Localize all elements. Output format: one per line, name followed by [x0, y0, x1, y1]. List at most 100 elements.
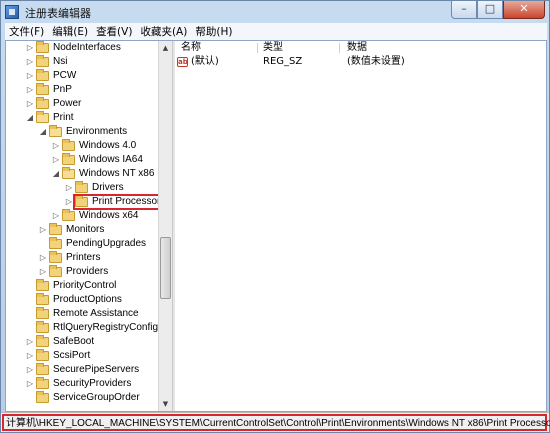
tree-node[interactable]: ▷ Drivers: [6, 181, 158, 195]
close-button[interactable]: ✕: [503, 1, 545, 19]
menu-file[interactable]: 文件(F): [5, 24, 48, 39]
menu-favorites[interactable]: 收藏夹(A): [136, 24, 191, 39]
tree-node[interactable]: ▷ Nsi: [6, 55, 158, 69]
expand-arrow-icon[interactable]: ▷: [39, 267, 47, 277]
header-name[interactable]: 名称: [181, 41, 201, 55]
expand-arrow-icon[interactable]: ▷: [39, 253, 47, 263]
folder-icon: [49, 251, 62, 263]
scroll-thumb[interactable]: [160, 237, 171, 299]
expand-arrow-icon[interactable]: ▷: [26, 57, 34, 67]
tree-node[interactable]: ProductOptions: [6, 293, 158, 307]
value-type: REG_SZ: [263, 56, 303, 67]
list-header: 名称 类型 数据: [175, 41, 546, 55]
header-separator[interactable]: [257, 43, 258, 53]
tree-node[interactable]: ▷ Windows 4.0: [6, 139, 158, 153]
tree-node-label: SafeBoot: [53, 336, 95, 347]
expand-arrow-icon[interactable]: [26, 295, 34, 305]
registry-editor-window: 注册表编辑器 – □ ✕ 文件(F) 编辑(E) 查看(V) 收藏夹(A) 帮助…: [0, 0, 550, 433]
window-title: 注册表编辑器: [25, 7, 91, 20]
tree-node[interactable]: ▷ Windows IA64: [6, 153, 158, 167]
minimize-button[interactable]: –: [451, 1, 477, 19]
tree-node[interactable]: ▷ SecurityProviders: [6, 377, 158, 391]
values-list[interactable]: 名称 类型 数据 ab (默认) REG_SZ (数值未设置): [175, 41, 546, 411]
folder-icon: [62, 209, 75, 221]
tree-node[interactable]: ▷ Power: [6, 97, 158, 111]
header-separator[interactable]: [339, 43, 340, 53]
tree-node[interactable]: ▷ Printers: [6, 251, 158, 265]
tree-node-label: Environments: [66, 126, 128, 137]
collapse-arrow-icon[interactable]: ◢: [26, 113, 34, 123]
expand-arrow-icon[interactable]: [26, 393, 34, 403]
collapse-arrow-icon[interactable]: ◢: [52, 169, 60, 179]
tree-node[interactable]: ▷ PnP: [6, 83, 158, 97]
tree-node-label: ServiceGroupOrder: [53, 392, 140, 403]
expand-arrow-icon[interactable]: ▷: [52, 141, 60, 151]
tree-scrollbar[interactable]: ▲ ▼: [158, 41, 172, 411]
header-type[interactable]: 类型: [263, 41, 283, 55]
expand-arrow-icon[interactable]: ▷: [26, 99, 34, 109]
menu-edit[interactable]: 编辑(E): [48, 24, 92, 39]
folder-icon: [62, 167, 75, 179]
expand-arrow-icon[interactable]: [26, 309, 34, 319]
folder-icon: [36, 69, 49, 81]
tree-node-label: ScsiPort: [53, 350, 91, 361]
tree-node[interactable]: ServiceGroupOrder: [6, 391, 158, 405]
expand-arrow-icon[interactable]: ▷: [26, 43, 34, 53]
tree-node-label: Print: [53, 112, 74, 123]
tree-node[interactable]: ▷ Providers: [6, 265, 158, 279]
folder-icon: [49, 265, 62, 277]
scroll-up-icon[interactable]: ▲: [159, 41, 172, 55]
tree-node-label: Providers: [66, 266, 109, 277]
tree-node[interactable]: ▷ SecurePipeServers: [6, 363, 158, 377]
tree-node[interactable]: ▷ Windows x64: [6, 209, 158, 223]
tree-node[interactable]: ▷ SafeBoot: [6, 335, 158, 349]
menu-view[interactable]: 查看(V): [92, 24, 136, 39]
expand-arrow-icon[interactable]: ▷: [65, 183, 73, 193]
expand-arrow-icon[interactable]: ▷: [26, 71, 34, 81]
folder-icon: [49, 125, 62, 137]
tree-node[interactable]: ◢ Environments: [6, 125, 158, 139]
tree-node[interactable]: PriorityControl: [6, 279, 158, 293]
tree-node[interactable]: ▷ Monitors: [6, 223, 158, 237]
folder-icon: [36, 321, 49, 333]
tree-node[interactable]: ▷ PCW: [6, 69, 158, 83]
expand-arrow-icon[interactable]: ▷: [65, 197, 73, 207]
tree-node-label: Windows 4.0: [79, 140, 137, 151]
scroll-down-icon[interactable]: ▼: [159, 397, 172, 411]
expand-arrow-icon[interactable]: ▷: [26, 379, 34, 389]
folder-icon: [36, 335, 49, 347]
header-data[interactable]: 数据: [347, 41, 367, 55]
tree-node[interactable]: ▷ ScsiPort: [6, 349, 158, 363]
folder-icon: [75, 181, 88, 193]
expand-arrow-icon[interactable]: ▷: [26, 365, 34, 375]
selected-node-highlight: [73, 194, 169, 210]
expand-arrow-icon[interactable]: ▷: [26, 337, 34, 347]
tree-node-label: Windows IA64: [79, 154, 143, 165]
expand-arrow-icon[interactable]: ▷: [26, 351, 34, 361]
expand-arrow-icon[interactable]: ▷: [52, 155, 60, 165]
folder-icon: [49, 223, 62, 235]
tree-node[interactable]: ◢ Print: [6, 111, 158, 125]
expand-arrow-icon[interactable]: ▷: [52, 211, 60, 221]
tree-node[interactable]: ▷ NodeInterfaces: [6, 41, 158, 55]
client-area: ▷ NodeInterfaces ▷ Nsi ▷ PCW ▷ PnP ▷ Power ◢ Print ◢…: [5, 40, 547, 412]
maximize-button[interactable]: □: [477, 1, 503, 19]
tree-node-label: PCW: [53, 70, 77, 81]
expand-arrow-icon[interactable]: ▷: [39, 225, 47, 235]
expand-arrow-icon[interactable]: [39, 239, 47, 249]
tree-node[interactable]: ▷ Print Processors: [6, 194, 169, 210]
tree-node-label: Drivers: [92, 182, 124, 193]
tree-node-label: PriorityControl: [53, 280, 117, 291]
tree-node[interactable]: RtlQueryRegistryConfig: [6, 321, 158, 335]
expand-arrow-icon[interactable]: [26, 281, 34, 291]
value-row[interactable]: ab (默认) REG_SZ (数值未设置): [175, 55, 546, 69]
registry-tree[interactable]: ▷ NodeInterfaces ▷ Nsi ▷ PCW ▷ PnP ▷ Power ◢ Print ◢…: [6, 41, 172, 411]
expand-arrow-icon[interactable]: [26, 323, 34, 333]
tree-node[interactable]: ◢ Windows NT x86: [6, 167, 158, 181]
title-bar[interactable]: 注册表编辑器 – □ ✕: [1, 1, 549, 23]
tree-node[interactable]: PendingUpgrades: [6, 237, 158, 251]
collapse-arrow-icon[interactable]: ◢: [39, 127, 47, 137]
menu-help[interactable]: 帮助(H): [191, 24, 236, 39]
tree-node[interactable]: Remote Assistance: [6, 307, 158, 321]
expand-arrow-icon[interactable]: ▷: [26, 85, 34, 95]
